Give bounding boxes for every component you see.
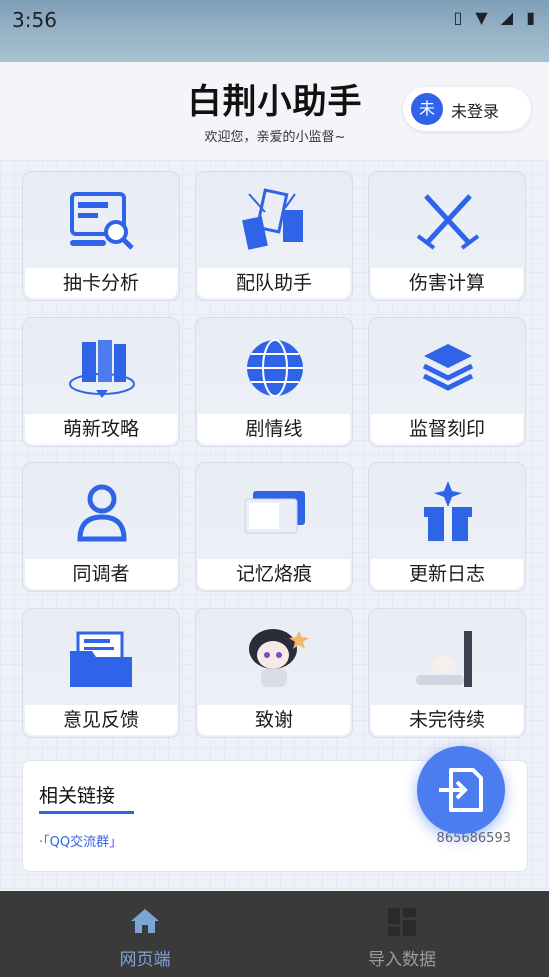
tile-label: 记忆烙痕 (198, 559, 350, 589)
login-label: 未登录 (451, 102, 500, 121)
tile-label: 抽卡分析 (25, 268, 177, 298)
tile-label: 伤害计算 (371, 268, 523, 298)
import-icon (439, 768, 483, 812)
tile-label: 致谢 (198, 705, 350, 735)
tile-label: 意见反馈 (25, 705, 177, 735)
tile-label: 萌新攻略 (25, 414, 177, 444)
avatar: 未 (411, 93, 443, 125)
cards-icon (242, 188, 303, 250)
status-time: 3:56 (12, 8, 57, 32)
tile-gacha-analysis[interactable]: 抽卡分析 (22, 171, 180, 301)
tile-beginner-guide[interactable]: 萌新攻略 (22, 317, 180, 447)
app-title: 白荆小助手 (187, 82, 363, 122)
tile-thanks[interactable]: 致谢 (195, 608, 353, 738)
welcome-text: 欢迎您，亲爱的小监督~ (204, 130, 346, 145)
tile-to-be-continued[interactable]: 未完待续 (368, 608, 526, 738)
layers-icon (422, 344, 474, 391)
memory-card-icon (244, 491, 305, 534)
bottom-nav: 网页端 导入数据 (0, 891, 549, 977)
tile-team-helper[interactable]: 配队助手 (195, 171, 353, 301)
tile-synchronizers[interactable]: 同调者 (22, 462, 180, 592)
globe-icon (247, 339, 303, 397)
books-icon (69, 340, 135, 398)
tile-label: 更新日志 (371, 559, 523, 589)
nav-import-label: 导入数据 (368, 950, 436, 970)
tile-label: 监督刻印 (371, 414, 523, 444)
tile-storyline[interactable]: 剧情线 (195, 317, 353, 447)
chibi-character-icon (249, 629, 309, 687)
tile-damage-calc[interactable]: 伤害计算 (368, 171, 526, 301)
folder-icon (70, 631, 132, 687)
tile-update-log[interactable]: 更新日志 (368, 462, 526, 592)
status-bar: 3:56 ▯ ▼ ◢ ▮ (0, 0, 549, 62)
tile-label: 剧情线 (198, 414, 350, 444)
tile-feedback[interactable]: 意见反馈 (22, 608, 180, 738)
nav-import-data[interactable]: 导入数据 (265, 891, 539, 977)
analysis-icon (70, 192, 134, 250)
tile-label: 同调者 (25, 559, 177, 589)
qq-group-link[interactable]: ·「QQ交流群」 (39, 831, 122, 850)
tile-memory-marks[interactable]: 记忆烙痕 (195, 462, 353, 592)
import-fab-button[interactable] (417, 746, 505, 834)
nav-web[interactable]: 网页端 (8, 891, 282, 977)
gift-box-icon (424, 481, 472, 541)
links-title-underline (39, 811, 134, 814)
tile-label: 未完待续 (371, 705, 523, 735)
nav-web-label: 网页端 (119, 950, 171, 970)
chibi-sleeping-icon (416, 631, 472, 687)
crossed-swords-icon (416, 194, 480, 250)
login-button[interactable]: 未 未登录 (403, 87, 531, 131)
status-icons: ▯ ▼ ◢ ▮ (453, 8, 539, 27)
links-title: 相关链接 (39, 785, 116, 807)
tile-supervisor-imprint[interactable]: 监督刻印 (368, 317, 526, 447)
user-icon (77, 484, 127, 542)
grid-icon (388, 908, 416, 936)
home-icon (131, 909, 159, 933)
tile-label: 配队助手 (198, 268, 350, 298)
